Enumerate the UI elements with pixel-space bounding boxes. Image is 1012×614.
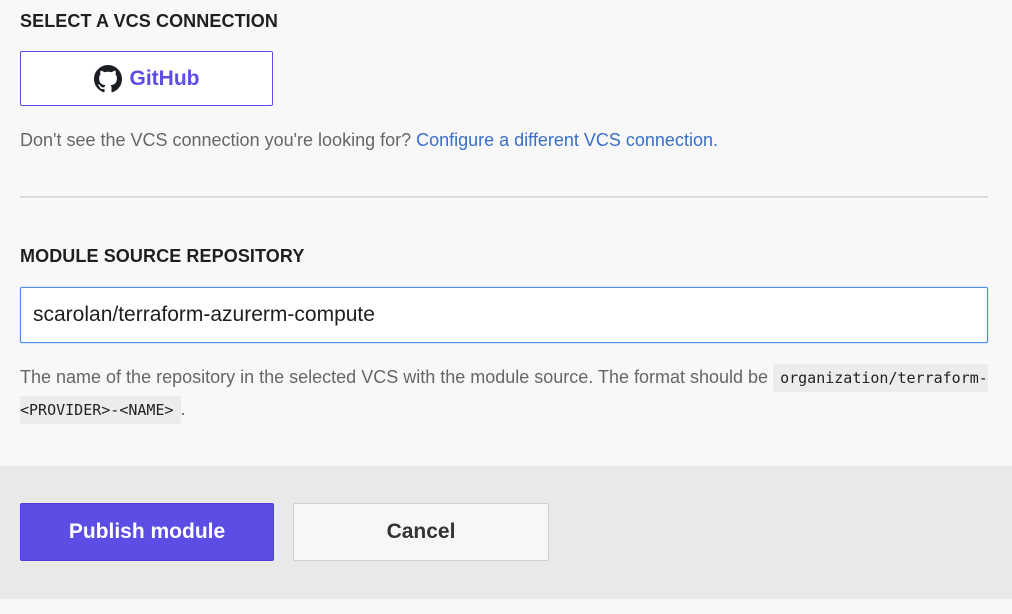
repository-input[interactable] <box>20 287 988 343</box>
github-icon <box>93 64 122 93</box>
page-bottom-strip <box>0 599 1012 614</box>
form-actions-footer: Publish module Cancel <box>0 466 1012 599</box>
publish-module-button[interactable]: Publish module <box>20 503 274 561</box>
repo-help-text: The name of the repository in the select… <box>20 362 992 426</box>
repo-help-suffix: . <box>180 399 186 419</box>
form-content: SELECT A VCS CONNECTION GitHub Don't see… <box>0 0 1012 466</box>
github-button-label: GitHub <box>129 66 200 90</box>
repo-help-prefix: The name of the repository in the select… <box>20 367 774 387</box>
vcs-help-message: Don't see the VCS connection you're look… <box>20 130 417 150</box>
section-divider <box>20 196 988 198</box>
repo-section-heading: MODULE SOURCE REPOSITORY <box>20 246 305 266</box>
github-connection-button[interactable]: GitHub <box>20 51 273 106</box>
vcs-help-text: Don't see the VCS connection you're look… <box>20 125 718 156</box>
configure-vcs-link[interactable]: Configure a different VCS connection. <box>416 130 718 150</box>
cancel-button[interactable]: Cancel <box>293 503 549 561</box>
vcs-section-heading: SELECT A VCS CONNECTION <box>20 11 278 31</box>
